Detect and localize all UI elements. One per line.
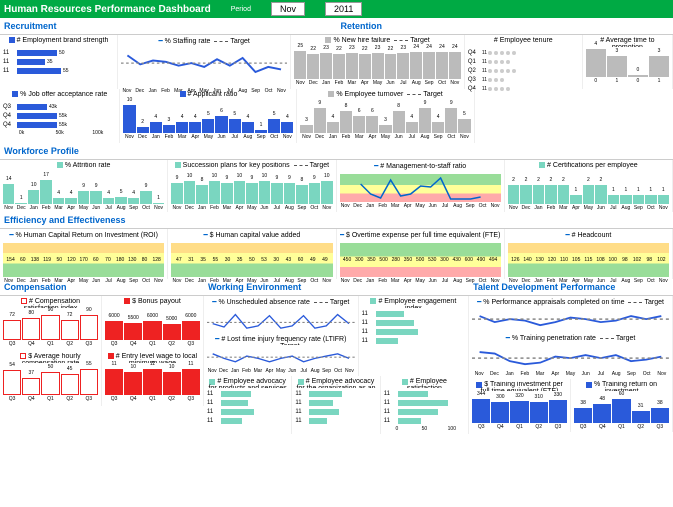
chart-advocacy-products: # Employee advocacy for products and ser… [204, 376, 292, 434]
section-recruitment: Recruitment [0, 18, 337, 35]
chart-applicant-ratio: # Applicant ratio 10243445654154 NovDecJ… [120, 89, 297, 143]
section-workforce: Workforce Profile [0, 143, 673, 160]
chart-engagement: # Employee engagement index 11 11 11 11 [359, 296, 469, 376]
section-working-env: Working Environment [204, 279, 469, 296]
chart-bonus-payout: $ Bonus payout 60005500600050006000 Q3Q4… [102, 296, 204, 351]
chart-headcount: ━ # Headcount 12614013012011010511510810… [505, 229, 673, 279]
chart-appraisals: ━ % Performance appraisals completed on … [469, 296, 673, 379]
section-talent: Talent Development Performance [469, 279, 673, 296]
chart-employee-turnover: % Employee turnover Target 3948663849495… [297, 89, 474, 143]
period-year[interactable]: 2011 [325, 2, 362, 16]
chart-mgmt-staff-ratio: ━ # Management-to-staff ratio NovDecJanF… [337, 160, 505, 212]
chart-brand-strength: # Employment brand strength 1150 1135 11… [0, 35, 118, 89]
chart-overtime-expense: ━ $ Overtime expense per full time equiv… [337, 229, 505, 279]
chart-absence-rate: ━ % Unscheduled absence rate Target ━ # … [204, 296, 359, 376]
chart-offer-acceptance: % Job offer acceptance rate Q343k Q455k … [0, 89, 120, 143]
chart-advocacy-employer: # Employee advocacy for the organization… [292, 376, 380, 434]
chart-succession-plans: Succession plans for key positions Targe… [168, 160, 336, 212]
chart-certifications: # Certifications per employee 2222212211… [505, 160, 673, 212]
chart-entry-wage: # Entry level wage to local minimum wage… [102, 351, 204, 406]
chart-hourly-comp: $ Average hourly compensation rate 54375… [0, 351, 102, 406]
chart-staffing-rate: ━ % Staffing rate Target NovDecJanFebMar… [118, 35, 291, 89]
section-compensation: Compensation [0, 279, 204, 296]
period-month[interactable]: Nov [271, 2, 305, 16]
chart-satisfaction: # Employee satisfaction 11 11 11 11 0501… [381, 376, 469, 434]
page-title: Human Resources Performance Dashboard [4, 4, 211, 15]
chart-employee-tenure: # Employee tenure Q411 Q111 Q211 Q311 Q4… [465, 35, 583, 89]
dashboard-header: Human Resources Performance Dashboard Pe… [0, 0, 673, 18]
period-label: Period [231, 6, 251, 13]
chart-training-roi: % Training return on investment 38486031… [571, 379, 673, 432]
section-efficiency: Efficiency and Effectiveness [0, 212, 673, 229]
chart-training-investment: $ Training investment per full time equi… [469, 379, 571, 432]
chart-hc-value-added: ━ $ Human capital value added 4731355530… [168, 229, 336, 279]
chart-hc-roi: ━ % Human Capital Return on Investment (… [0, 229, 168, 279]
chart-attrition-rate: % Attrition rate 1411017449945491 NovDec… [0, 160, 168, 212]
chart-new-hire-failure: % New hire failure Target 25222322232223… [291, 35, 464, 89]
chart-comp-satisfaction: # Compensation satisfaction index 728090… [0, 296, 102, 351]
chart-time-to-promotion: # Average time to promotion 4 3 0 3 0101 [583, 35, 673, 89]
section-retention: Retention [337, 18, 673, 35]
